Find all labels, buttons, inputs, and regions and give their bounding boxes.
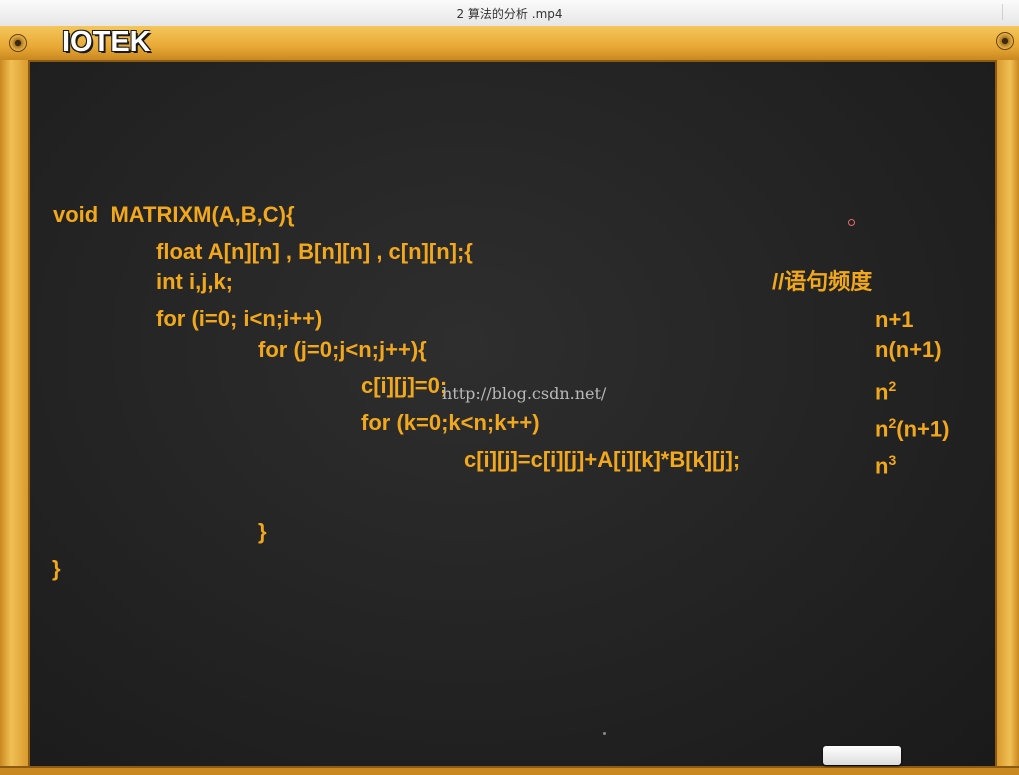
code-line-accumulate: c[i][j]=c[i][j]+A[i][k]*B[k][j]; <box>464 447 741 472</box>
video-frame[interactable]: IOTEK void MATRIXM(A,B,C){ float A[n][n]… <box>0 26 1019 775</box>
titlebar-edge <box>1002 4 1015 20</box>
code-line-for-k: for (k=0;k<n;k++) <box>361 410 540 435</box>
frequency-for-j: n(n+1) <box>875 337 942 362</box>
code-line-for-i: for (i=0; i<n;i++) <box>156 306 323 331</box>
frequency-init-c: n2 <box>875 378 897 405</box>
screw-icon <box>9 34 27 52</box>
code-line-for-j: for (j=0;j<n;j++){ <box>258 337 427 362</box>
frequency-for-k: n2(n+1) <box>875 415 950 442</box>
iotek-logo: IOTEK <box>62 26 151 58</box>
chalk-piece <box>823 746 901 765</box>
chalk-speck <box>603 732 606 735</box>
code-comment-frequency: //语句频度 <box>772 269 873 294</box>
cursor-dot <box>848 219 855 226</box>
blackboard-frame-bottom <box>0 766 1019 775</box>
window-title: 2 算法的分析 .mp4 <box>456 7 563 21</box>
blackboard-frame-top <box>0 26 1019 62</box>
blog-watermark: http://blog.csdn.net/ <box>442 384 607 403</box>
code-line-declare-ints: int i,j,k; <box>156 269 233 294</box>
screw-icon <box>996 32 1014 50</box>
blackboard-frame-left <box>0 60 30 773</box>
blackboard-frame-right <box>995 60 1019 773</box>
window-titlebar: 2 算法的分析 .mp4 <box>0 0 1019 27</box>
code-line-init-c: c[i][j]=0; <box>361 373 448 398</box>
code-line-close-outer: } <box>52 556 61 581</box>
code-line-declare-arrays: float A[n][n] , B[n][n] , c[n][n];{ <box>156 239 473 264</box>
frequency-accumulate: n3 <box>875 452 897 479</box>
code-line-function: void MATRIXM(A,B,C){ <box>53 202 295 227</box>
code-line-close-inner: } <box>258 519 267 544</box>
frequency-for-i: n+1 <box>875 307 914 332</box>
